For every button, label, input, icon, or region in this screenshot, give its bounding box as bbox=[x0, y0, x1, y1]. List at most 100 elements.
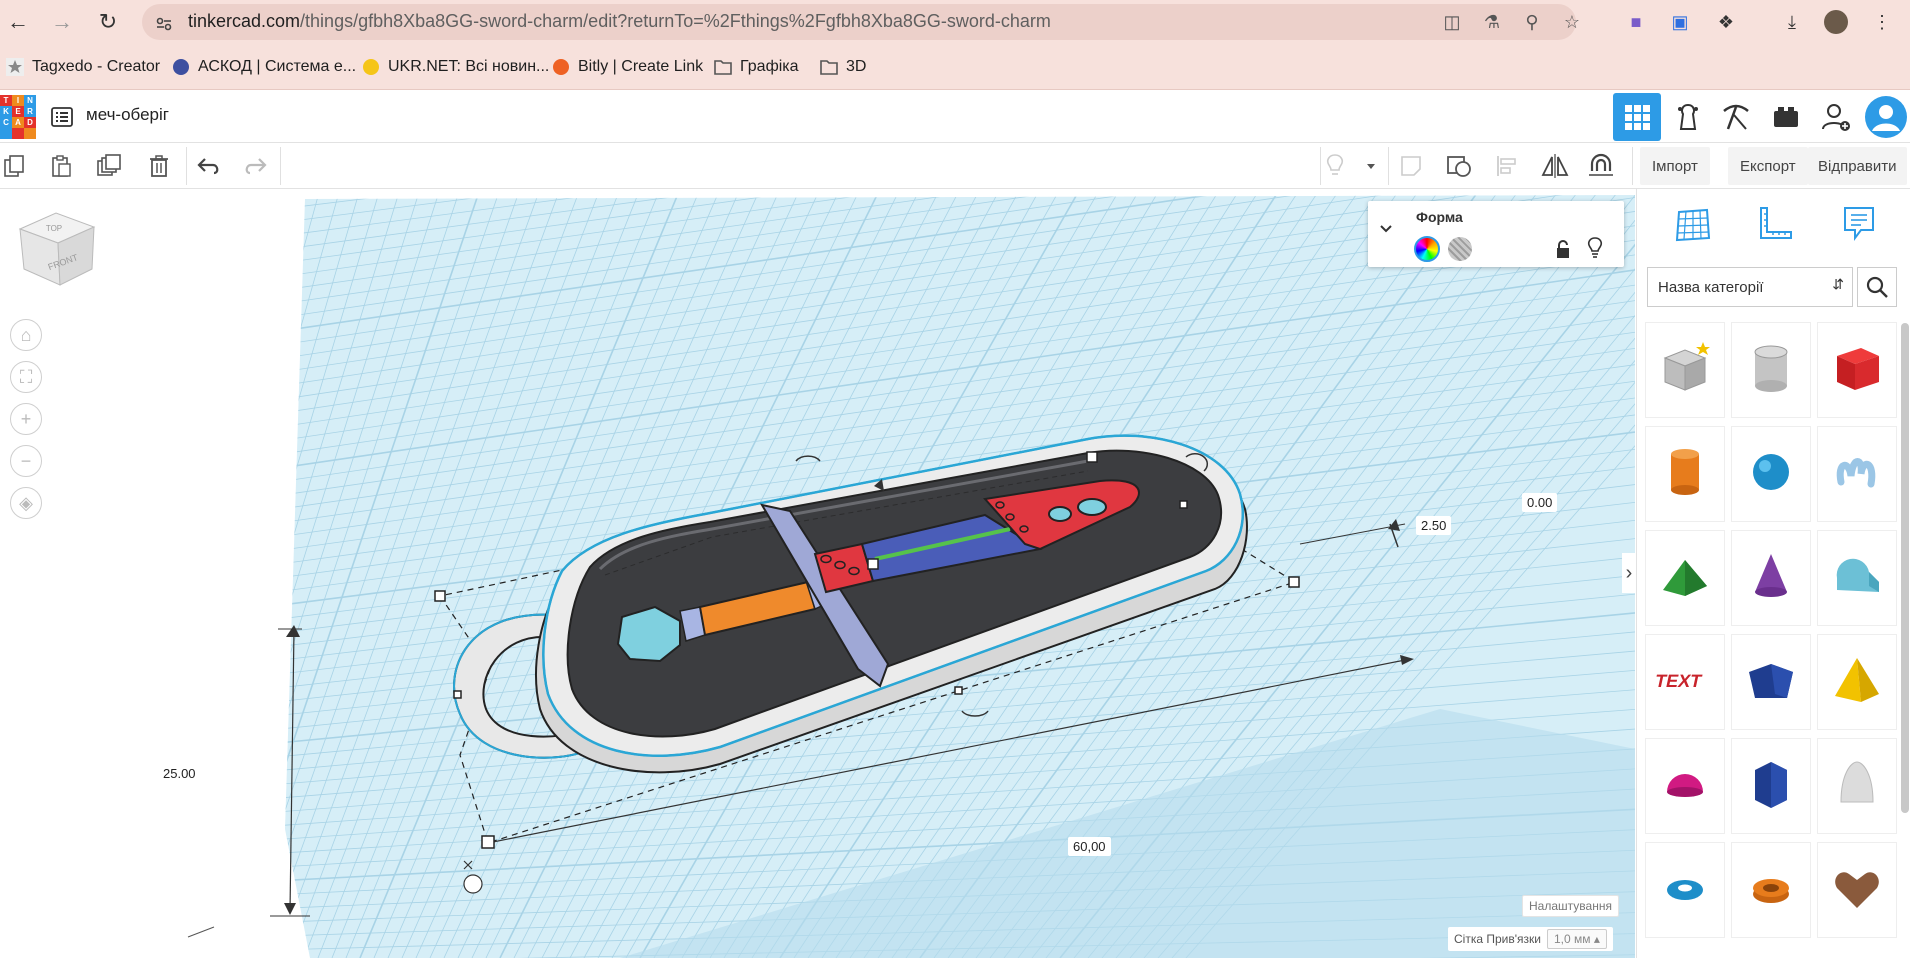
perspective-icon[interactable]: ◈ bbox=[10, 487, 42, 519]
bookmark-item[interactable]: Bitly | Create Link bbox=[552, 56, 703, 78]
scrollbar[interactable] bbox=[1901, 323, 1909, 813]
translate-extension-icon[interactable]: ▣ bbox=[1668, 10, 1692, 34]
prism-icon bbox=[1741, 650, 1801, 715]
workplane-tool-icon[interactable] bbox=[1663, 199, 1723, 249]
bookmark-item[interactable]: Графіка bbox=[714, 56, 799, 78]
translate-icon[interactable]: ⚗ bbox=[1480, 10, 1504, 34]
install-app-icon[interactable]: ◫ bbox=[1440, 10, 1464, 34]
tinkercad-logo[interactable]: TIN KER CAD bbox=[0, 95, 36, 139]
url-text[interactable]: tinkercad.com/things/gfbh8Xba8GG-sword-c… bbox=[188, 11, 1051, 32]
search-button[interactable] bbox=[1857, 267, 1897, 307]
add-user-icon[interactable] bbox=[1812, 93, 1860, 141]
shape-tile[interactable]: TEXT bbox=[1645, 634, 1725, 730]
shape-tile[interactable] bbox=[1817, 842, 1897, 938]
undo-icon[interactable] bbox=[194, 151, 224, 181]
design-name[interactable]: меч-оберіг bbox=[86, 105, 169, 125]
shape-tile[interactable] bbox=[1817, 426, 1897, 522]
bookmark-star-icon[interactable]: ☆ bbox=[1560, 10, 1584, 34]
fit-view-icon[interactable]: ⛶ bbox=[10, 361, 42, 393]
shape-tile[interactable] bbox=[1731, 738, 1811, 834]
zoom-in-icon[interactable]: + bbox=[10, 403, 42, 435]
3d-view-button[interactable] bbox=[1613, 93, 1661, 141]
home-view-icon[interactable]: ⌂ bbox=[10, 319, 42, 351]
workplane-canvas[interactable]: TOP FRONT ⌂ ⛶ + − ◈ Форма 25.00 60,00 2.… bbox=[0, 189, 1635, 958]
reload-icon[interactable]: ↻ bbox=[94, 8, 122, 36]
notes-icon[interactable] bbox=[1396, 151, 1426, 181]
menu-icon[interactable]: ⋮ bbox=[1870, 10, 1894, 34]
blocks-view-icon[interactable] bbox=[1664, 93, 1712, 141]
mirror-icon[interactable] bbox=[1540, 151, 1570, 181]
shape-tile[interactable] bbox=[1817, 738, 1897, 834]
shape-tile[interactable] bbox=[1731, 842, 1811, 938]
shape-tile[interactable] bbox=[1731, 426, 1811, 522]
height-dimension-label[interactable]: 25.00 bbox=[158, 764, 201, 783]
view-cube[interactable]: TOP FRONT bbox=[16, 209, 100, 299]
cruise-magnet-icon[interactable] bbox=[1586, 151, 1616, 181]
chevron-down-icon[interactable] bbox=[1356, 151, 1386, 181]
shape-tile[interactable] bbox=[1731, 634, 1811, 730]
solid-color-swatch[interactable] bbox=[1414, 236, 1440, 262]
profile-avatar[interactable] bbox=[1824, 10, 1848, 34]
download-icon[interactable]: ⤓ bbox=[1780, 10, 1804, 34]
snap-grid-select[interactable]: 1,0 мм ▴ bbox=[1546, 929, 1607, 949]
paraboloid-icon bbox=[1827, 754, 1887, 819]
duplicate-icon[interactable] bbox=[94, 151, 124, 181]
bricks-icon[interactable] bbox=[1762, 93, 1810, 141]
pickaxe-icon[interactable] bbox=[1712, 93, 1760, 141]
settings-button[interactable]: Налаштування bbox=[1522, 895, 1619, 917]
extension-icon[interactable]: ■ bbox=[1624, 10, 1648, 34]
bookmark-item[interactable]: UKR.NET: Всі новин... bbox=[362, 56, 549, 78]
bookmark-label: АСКОД | Система е... bbox=[198, 58, 357, 75]
send-to-button[interactable]: Відправити bbox=[1808, 147, 1907, 185]
cylinder-hole-icon bbox=[1741, 338, 1801, 403]
shape-tile[interactable] bbox=[1645, 426, 1725, 522]
category-select[interactable]: Назва категорії ⇵ bbox=[1647, 267, 1853, 307]
offset-dimension-label[interactable]: 0.00 bbox=[1522, 493, 1558, 512]
forward-icon[interactable]: → bbox=[48, 8, 76, 36]
paste-icon[interactable] bbox=[46, 151, 76, 181]
align-icon[interactable] bbox=[1492, 151, 1522, 181]
lock-icon[interactable] bbox=[1554, 239, 1572, 259]
hole-swatch[interactable] bbox=[1448, 237, 1472, 261]
logo-letter: R bbox=[24, 106, 36, 117]
bookmark-label: Tagxedo - Creator bbox=[32, 58, 161, 75]
import-button[interactable]: Імпорт bbox=[1640, 147, 1710, 185]
elevation-dimension-label[interactable]: 2.50 bbox=[1416, 516, 1452, 535]
site-settings-icon[interactable] bbox=[152, 14, 176, 38]
light-bulb-icon[interactable] bbox=[1320, 151, 1350, 181]
shape-tile[interactable] bbox=[1645, 322, 1725, 418]
logo-letter: E bbox=[12, 106, 24, 117]
shape-tile[interactable] bbox=[1817, 634, 1897, 730]
bookmark-item[interactable]: 3D bbox=[820, 56, 866, 78]
zoom-icon[interactable]: ⚲ bbox=[1520, 10, 1544, 34]
user-avatar[interactable] bbox=[1862, 93, 1910, 141]
shape-tile[interactable] bbox=[1731, 530, 1811, 626]
zoom-out-icon[interactable]: − bbox=[10, 445, 42, 477]
bookmark-label: Графіка bbox=[740, 58, 799, 75]
workplane-3d-view[interactable] bbox=[0, 189, 1635, 958]
design-list-icon[interactable] bbox=[50, 105, 74, 129]
export-button[interactable]: Експорт bbox=[1728, 147, 1808, 185]
shape-tile[interactable] bbox=[1731, 322, 1811, 418]
notes-tool-icon[interactable] bbox=[1829, 199, 1889, 249]
shape-tile[interactable] bbox=[1645, 530, 1725, 626]
length-dimension-label[interactable]: 60,00 bbox=[1068, 837, 1111, 856]
shape-tile[interactable] bbox=[1645, 738, 1725, 834]
shape-tile[interactable] bbox=[1817, 322, 1897, 418]
visibility-bulb-icon[interactable] bbox=[1586, 237, 1604, 259]
panel-toggle-chevron-icon[interactable]: › bbox=[1622, 553, 1635, 593]
workplane-icon[interactable] bbox=[1444, 151, 1474, 181]
ruler-icon[interactable] bbox=[1745, 199, 1805, 249]
redo-icon[interactable] bbox=[240, 151, 270, 181]
shape-tile[interactable] bbox=[1817, 530, 1897, 626]
bookmark-item[interactable]: АСКОД | Система е... bbox=[172, 56, 356, 78]
shape-inspector: Форма bbox=[1368, 201, 1624, 267]
extensions-puzzle-icon[interactable]: ❖ bbox=[1714, 10, 1738, 34]
delete-icon[interactable] bbox=[144, 151, 174, 181]
bookmark-item[interactable]: Tagxedo - Creator bbox=[6, 56, 160, 78]
star-icon bbox=[6, 58, 24, 76]
chevron-down-icon[interactable] bbox=[1378, 221, 1398, 241]
back-icon[interactable]: ← bbox=[4, 8, 32, 36]
copy-icon[interactable] bbox=[0, 151, 30, 181]
shape-tile[interactable] bbox=[1645, 842, 1725, 938]
